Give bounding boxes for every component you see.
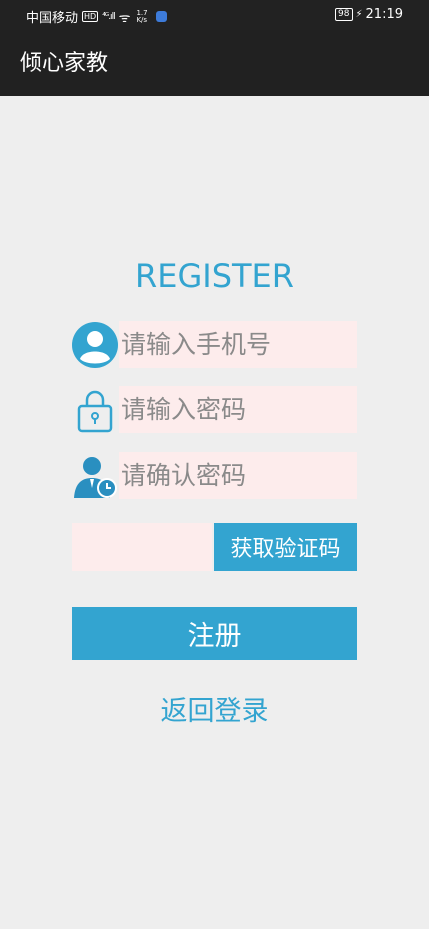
app-notification-icon: [155, 11, 167, 22]
clock: 21:19: [365, 7, 403, 22]
status-bar: 中国移动 HD ⁴ᴳ.ıll ᯤ 1.7 K/s 98 ⚡ 21:19: [0, 0, 429, 30]
status-right: 98 ⚡ 21:19: [335, 7, 403, 22]
user-avatar-icon: [71, 321, 119, 369]
battery-icon: 98: [335, 8, 353, 21]
app-bar: 倾心家教: [0, 30, 429, 96]
verification-code-input[interactable]: [72, 523, 212, 571]
register-button[interactable]: 注册: [72, 607, 357, 660]
register-heading: REGISTER: [135, 257, 294, 295]
back-to-login-link[interactable]: 返回登录: [0, 694, 429, 730]
network-speed: 1.7 K/s: [136, 9, 148, 24]
wifi-icon: ᯤ: [118, 10, 131, 26]
hd-badge: HD: [82, 11, 99, 22]
lock-icon: [71, 386, 119, 434]
carrier-label: 中国移动: [26, 11, 79, 26]
get-code-button[interactable]: 获取验证码: [214, 523, 357, 571]
app-title: 倾心家教: [20, 51, 109, 76]
phone-input[interactable]: [119, 321, 357, 368]
confirm-password-input[interactable]: [119, 452, 357, 499]
charging-icon: ⚡: [355, 9, 363, 20]
user-clock-icon: [71, 452, 119, 500]
password-input[interactable]: [119, 386, 357, 433]
status-left: 中国移动 HD ⁴ᴳ.ıll ᯤ 1.7 K/s: [26, 7, 167, 26]
speed-unit: K/s: [136, 15, 148, 24]
signal-icon: ⁴ᴳ.ıll: [102, 11, 115, 22]
